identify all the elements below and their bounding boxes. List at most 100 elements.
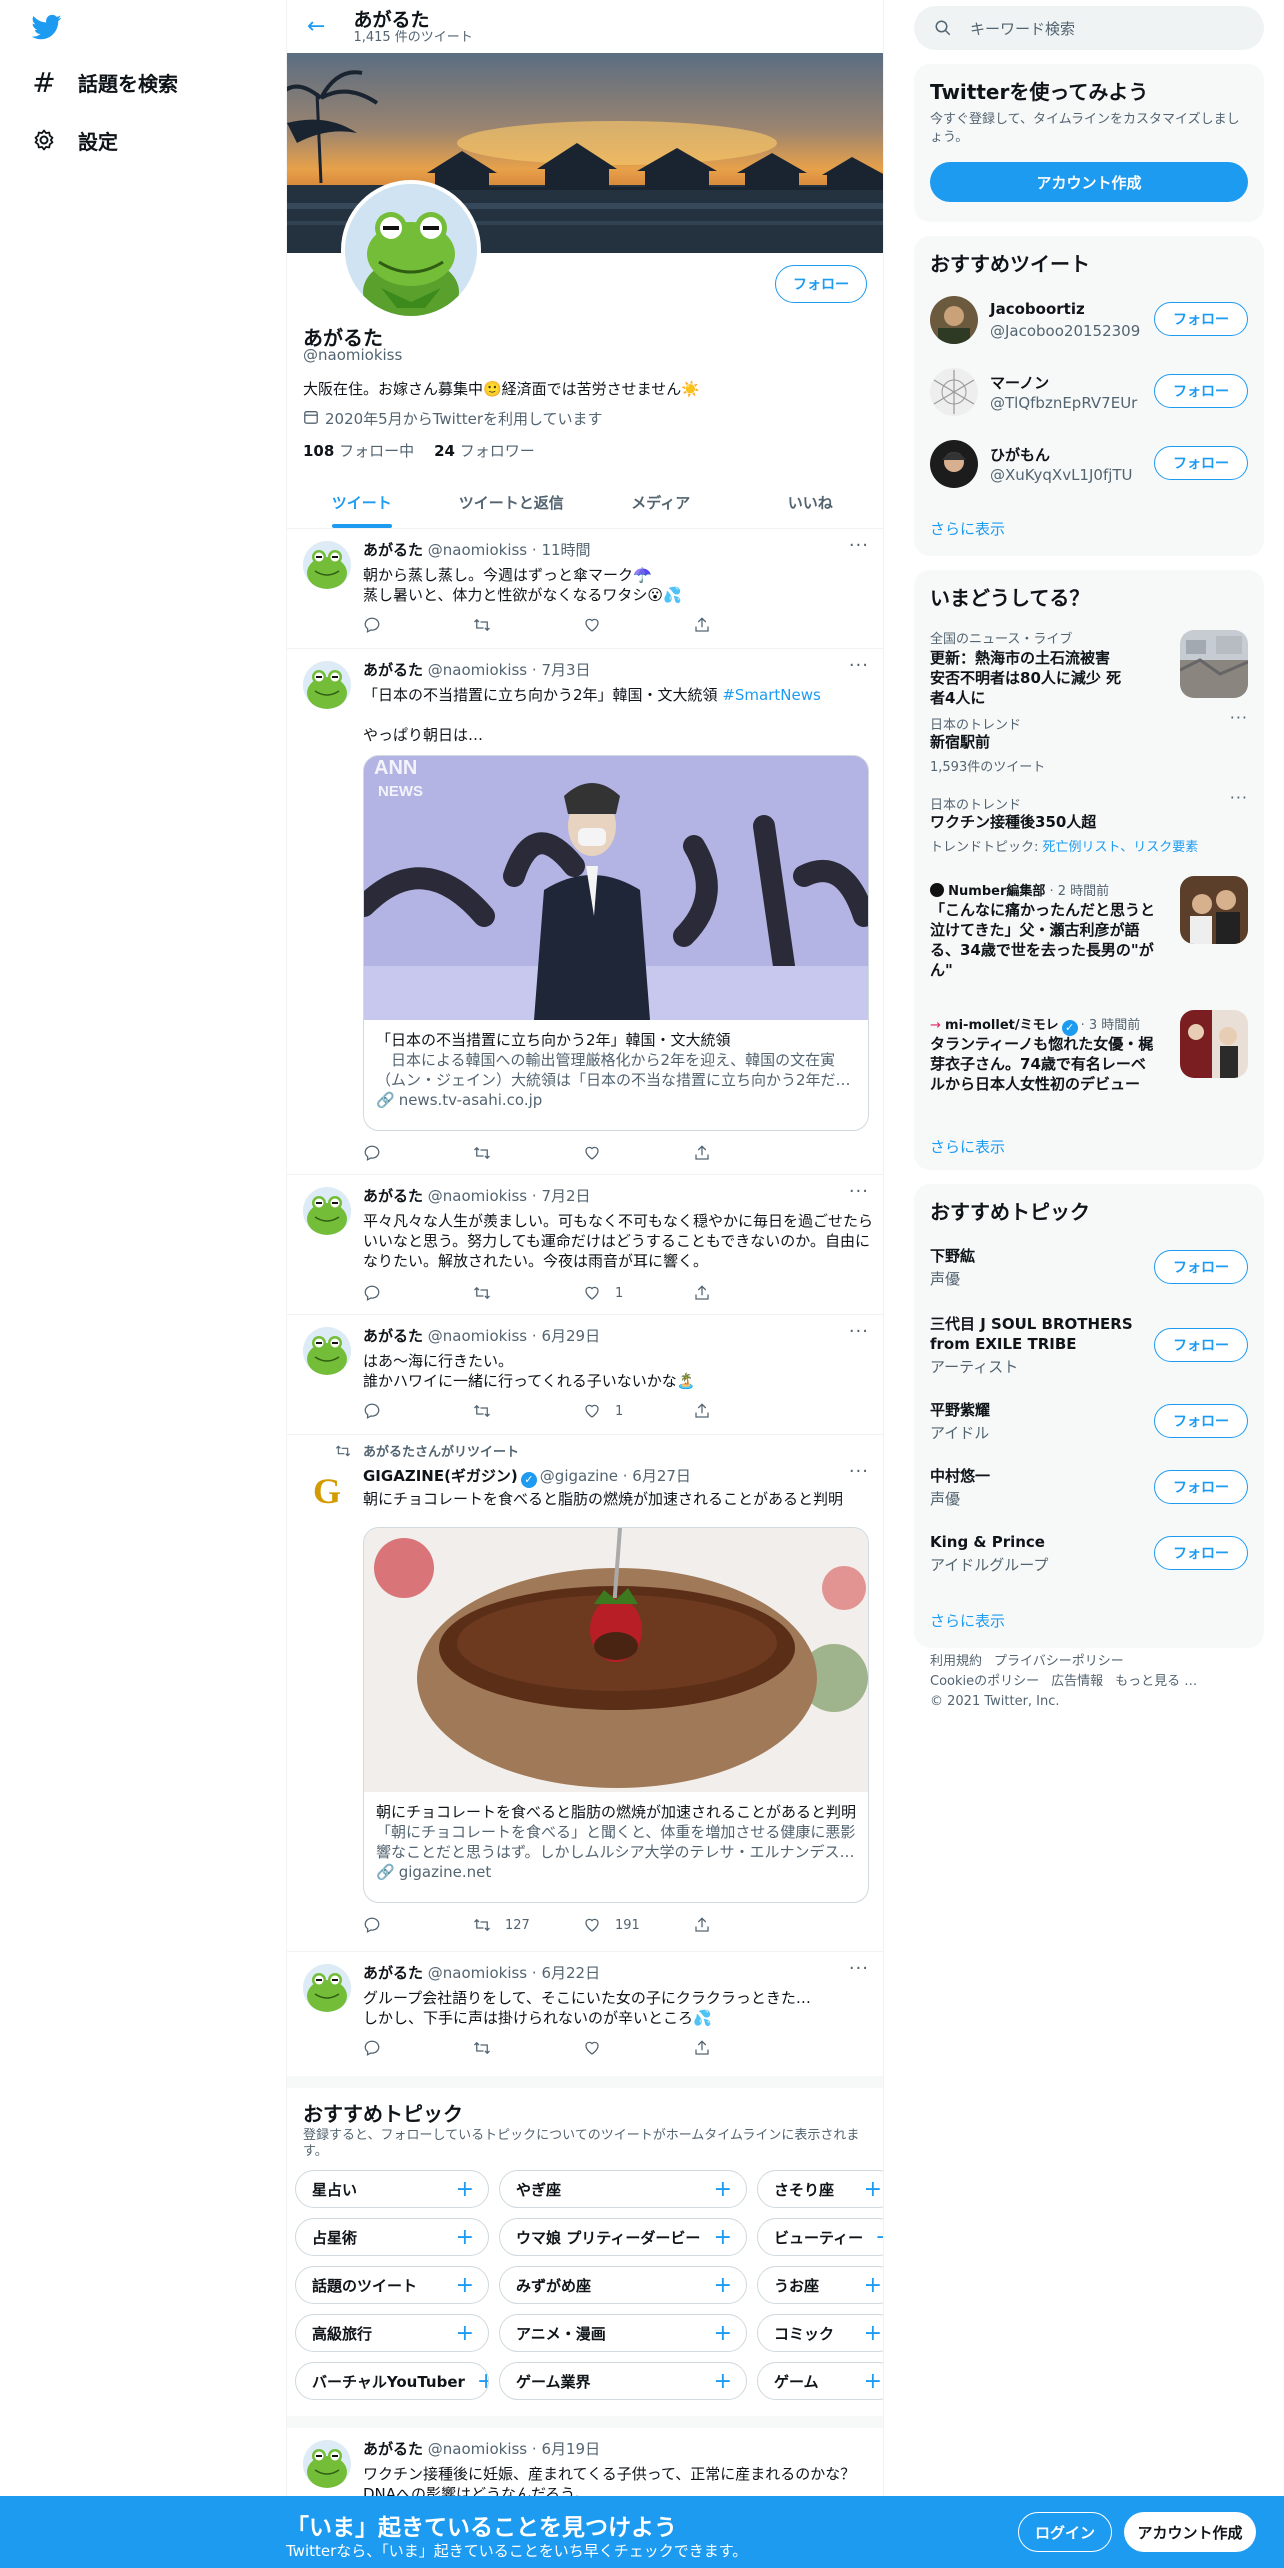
topic-row[interactable]: 下野紘 声優 フォロー bbox=[914, 1246, 1264, 1306]
nav-explore[interactable]: # 話題を検索 bbox=[30, 62, 178, 102]
retweet-button[interactable] bbox=[473, 1401, 583, 1421]
tweet-avatar[interactable] bbox=[303, 661, 351, 709]
profile-avatar[interactable] bbox=[341, 180, 481, 320]
retweet-button[interactable] bbox=[473, 615, 583, 635]
trend-item[interactable]: Number編集部 · 2 時間前 「こんなに痛かったんだと思うと泣けてきた」父… bbox=[914, 870, 1264, 994]
search-input[interactable]: キーワード検索 bbox=[970, 18, 1075, 39]
reply-button[interactable] bbox=[363, 1143, 473, 1163]
show-more-link[interactable]: さらに表示 bbox=[930, 518, 1005, 539]
reply-button[interactable] bbox=[363, 1401, 473, 1421]
twitter-logo-icon[interactable] bbox=[30, 12, 64, 42]
tweet[interactable]: あがるた @naomiokiss · 7月3日 ··· 「日本の不当措置に立ち向… bbox=[287, 649, 883, 1175]
follow-button[interactable]: フォロー bbox=[1154, 1250, 1248, 1284]
share-button[interactable] bbox=[693, 1283, 803, 1303]
tweet[interactable]: あがるた @naomiokiss · 11時間 ··· 朝から蒸し蒸し。今週はず… bbox=[287, 529, 883, 649]
tweet[interactable]: あがるた @naomiokiss · 6月22日 ··· グループ会社語りをして… bbox=[287, 1952, 883, 2076]
more-icon[interactable]: ··· bbox=[849, 1321, 869, 1342]
tab-tweets-replies[interactable]: ツイートと返信 bbox=[437, 476, 587, 528]
reply-button[interactable] bbox=[363, 1283, 473, 1303]
share-button[interactable] bbox=[693, 615, 803, 635]
follow-button[interactable]: フォロー bbox=[1154, 1470, 1248, 1504]
footer-terms[interactable]: 利用規約 bbox=[930, 1654, 982, 1669]
reply-button[interactable] bbox=[363, 615, 473, 635]
retweet-button[interactable] bbox=[473, 1143, 583, 1163]
tweet-avatar[interactable] bbox=[303, 1964, 351, 2012]
tab-tweets[interactable]: ツイート bbox=[287, 476, 437, 528]
like-button[interactable]: 1 bbox=[583, 1283, 693, 1303]
user-row[interactable]: ひがもん @XuKyqXvL1J0fjTU フォロー bbox=[914, 428, 1264, 500]
tweet[interactable]: あがるた @naomiokiss · 6月29日 ··· はあ〜海に行きたい。 … bbox=[287, 1315, 883, 1435]
tweet-avatar[interactable] bbox=[303, 541, 351, 589]
more-icon[interactable]: ··· bbox=[1230, 708, 1248, 727]
topic-chip[interactable]: 高級旅行 + bbox=[295, 2314, 489, 2352]
topic-row[interactable]: 三代目 J SOUL BROTHERS from EXILE TRIBE アーテ… bbox=[914, 1314, 1264, 1384]
footer-more[interactable]: もっと見る … bbox=[1115, 1674, 1197, 1689]
tab-likes[interactable]: いいね bbox=[736, 476, 884, 528]
topic-chip[interactable]: 星占い + bbox=[295, 2170, 489, 2208]
hashtag-link[interactable]: #SmartNews bbox=[722, 686, 820, 704]
signup-button[interactable]: アカウント作成 bbox=[1124, 2512, 1256, 2552]
topic-row[interactable]: King & Prince アイドルグループ フォロー bbox=[914, 1532, 1264, 1592]
share-button[interactable] bbox=[693, 1401, 803, 1421]
topic-chip[interactable]: 話題のツイート + bbox=[295, 2266, 489, 2304]
like-button[interactable] bbox=[583, 2038, 693, 2058]
footer-cookie[interactable]: Cookieのポリシー bbox=[930, 1674, 1039, 1689]
follow-button[interactable]: フォロー bbox=[1154, 302, 1248, 336]
retweet-button[interactable] bbox=[473, 1283, 583, 1303]
topic-chip[interactable]: アニメ・漫画 + bbox=[499, 2314, 747, 2352]
tweet-avatar[interactable] bbox=[303, 2440, 351, 2488]
topic-chip[interactable]: バーチャルYouTuber+ bbox=[295, 2362, 489, 2400]
more-icon[interactable]: ··· bbox=[849, 1461, 869, 1482]
tweet[interactable]: あがるたさんがリツイート G GIGAZINE(ギガジン) ✓ @gigazine … bbox=[287, 1435, 883, 1952]
topic-row[interactable]: 中村悠一 声優 フォロー bbox=[914, 1466, 1264, 1526]
more-icon[interactable]: ··· bbox=[849, 1958, 869, 1979]
login-button[interactable]: ログイン bbox=[1018, 2512, 1112, 2552]
topic-chip[interactable]: 占星術 + bbox=[295, 2218, 489, 2256]
footer-ads[interactable]: 広告情報 bbox=[1051, 1674, 1103, 1689]
create-account-button[interactable]: アカウント作成 bbox=[930, 162, 1248, 202]
topic-chip[interactable]: ゲーム + bbox=[757, 2362, 883, 2400]
search-box[interactable]: キーワード検索 bbox=[914, 6, 1264, 50]
like-button[interactable]: 1 bbox=[583, 1401, 693, 1421]
show-more-link[interactable]: さらに表示 bbox=[930, 1136, 1005, 1157]
tweet-avatar[interactable] bbox=[303, 1187, 351, 1235]
back-arrow-icon[interactable]: ← bbox=[307, 14, 325, 39]
more-icon[interactable]: ··· bbox=[849, 535, 869, 556]
gigazine-avatar[interactable]: G bbox=[303, 1467, 351, 1515]
topic-row[interactable]: 平野紫耀 アイドル フォロー bbox=[914, 1400, 1264, 1460]
follow-button[interactable]: フォロー bbox=[1154, 446, 1248, 480]
topic-chip[interactable]: ビューティー+ bbox=[757, 2218, 883, 2256]
share-button[interactable] bbox=[693, 1915, 803, 1935]
retweet-button[interactable]: 127 bbox=[473, 1915, 583, 1935]
tweet-avatar[interactable] bbox=[303, 1327, 351, 1375]
more-icon[interactable]: ··· bbox=[849, 655, 869, 676]
followers-stat[interactable]: 24 フォロワー bbox=[434, 440, 535, 461]
share-button[interactable] bbox=[693, 2038, 803, 2058]
user-row[interactable]: Jacoboortiz @Jacoboo20152309 フォロー bbox=[914, 284, 1264, 356]
reply-button[interactable] bbox=[363, 2038, 473, 2058]
more-icon[interactable]: ··· bbox=[849, 1181, 869, 1202]
like-button[interactable] bbox=[583, 615, 693, 635]
like-button[interactable] bbox=[583, 1143, 693, 1163]
follow-button[interactable]: フォロー bbox=[1154, 1404, 1248, 1438]
trend-item[interactable]: 全国のニュース・ライブ 更新：熱海市の土石流被害 安否不明者は80人に減少 死者… bbox=[914, 618, 1264, 707]
topic-chip[interactable]: ウマ娘 プリティーダービー + bbox=[499, 2218, 747, 2256]
topic-chip[interactable]: うお座 + bbox=[757, 2266, 883, 2304]
user-row[interactable]: マーノン @TlQfbznEpRV7EUr フォロー bbox=[914, 356, 1264, 428]
tab-media[interactable]: メディア bbox=[586, 476, 736, 528]
more-icon[interactable]: ··· bbox=[1230, 788, 1248, 807]
topic-chip[interactable]: コミック + bbox=[757, 2314, 883, 2352]
link-card[interactable]: ANN NEWS 「日本の不当措置に立ち向かう2年」韓国・文大統領 日本による韓… bbox=[363, 755, 869, 1131]
like-button[interactable]: 191 bbox=[583, 1915, 693, 1935]
retweet-button[interactable] bbox=[473, 2038, 583, 2058]
trend-item[interactable]: → mi-mollet/ミモレ ✓ · 3 時間前 タランティーノも惚れた女優・梶芽… bbox=[914, 1010, 1264, 1120]
show-more-link[interactable]: さらに表示 bbox=[930, 1610, 1005, 1631]
trend-item[interactable]: 日本のトレンド 新宿駅前 1,593件のツイート ··· bbox=[914, 706, 1264, 786]
nav-settings[interactable]: 設定 bbox=[30, 120, 118, 160]
follow-button[interactable]: フォロー bbox=[1154, 1328, 1248, 1362]
topic-chip[interactable]: ゲーム業界 + bbox=[499, 2362, 747, 2400]
following-stat[interactable]: 108 フォロー中 bbox=[303, 440, 414, 461]
footer-privacy[interactable]: プライバシーポリシー bbox=[994, 1654, 1124, 1669]
link-card[interactable]: 朝にチョコレートを食べると脂肪の燃焼が加速されることがあると判明 「朝にチョコレ… bbox=[363, 1527, 869, 1903]
reply-button[interactable] bbox=[363, 1915, 473, 1935]
